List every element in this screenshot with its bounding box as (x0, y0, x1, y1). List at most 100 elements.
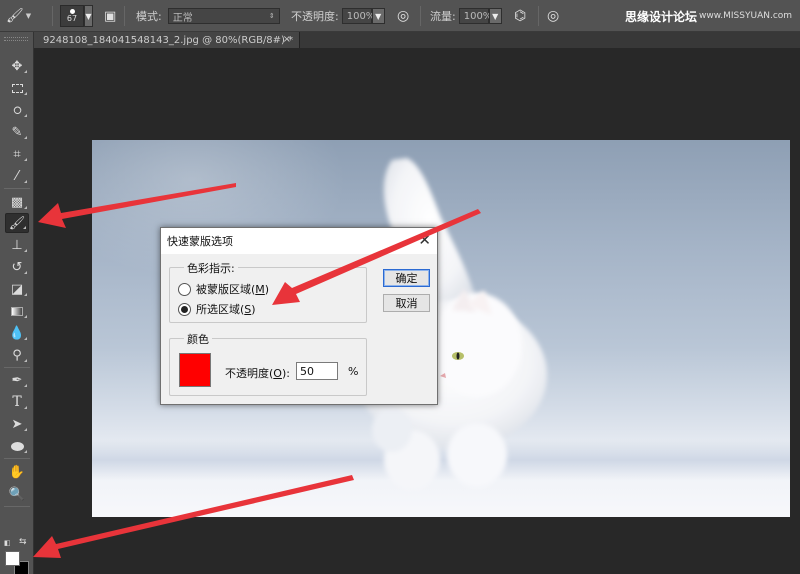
airbrush-toggle[interactable]: ⌬ (514, 0, 526, 32)
flow-label: 流量: (430, 10, 456, 23)
move-tool[interactable]: ✥ (5, 56, 29, 76)
color-indicates-label: 色彩指示: (184, 260, 238, 276)
pen-icon: ✒ (11, 372, 23, 388)
crop-tool[interactable]: ⌗ (5, 144, 29, 164)
document-tab-bar: 9248108_184041548143_2.jpg @ 80%(RGB/8#)… (34, 32, 800, 48)
dodge-icon: ⚲ (12, 347, 22, 363)
quick-selection-icon: ✎ (11, 124, 23, 140)
flow-dropdown-button[interactable]: ▼ (488, 8, 502, 24)
foreground-color-swatch[interactable] (5, 551, 20, 566)
brush-preview: 67 (60, 5, 84, 27)
flow-input[interactable]: 100% (458, 8, 492, 24)
ok-button[interactable]: 确定 (383, 269, 430, 287)
watermark: 思缘设计论坛 www.MISSYUAN.com (625, 0, 792, 32)
pen-tool[interactable]: ✒ (5, 370, 29, 390)
tool-preset-picker[interactable]: 🖌 ▼ (6, 0, 31, 32)
radio-masked-areas[interactable]: 被蒙版区域(M) (178, 281, 269, 297)
marquee-icon (11, 83, 23, 93)
crop-icon: ⌗ (13, 146, 21, 162)
pen-pressure-icon: ◎ (397, 8, 410, 24)
history-brush-tool[interactable]: ↺ (5, 257, 29, 277)
tools-panel: ✥ ഠ ✎ ⌗ ⁄ ▩ 🖌 ⊥ ↺ ◪ 💧 ⚲ ✒ T ➤ ✋ 🔍 ◧ ⇆ (0, 32, 34, 574)
quick-mask-options-dialog: 快速蒙版选项 ✕ 色彩指示: 被蒙版区域(M) 所选区域(S) 颜色 不透明度(… (160, 227, 438, 405)
ellipse-icon (10, 441, 24, 451)
hand-tool[interactable]: ✋ (5, 462, 29, 482)
radio-circle-selected[interactable] (178, 302, 191, 316)
hand-icon: ✋ (8, 464, 26, 480)
eyedropper-tool[interactable]: ⁄ (5, 166, 29, 186)
watermark-text: 思缘设计论坛 (625, 9, 698, 24)
mask-color-swatch[interactable] (179, 353, 211, 387)
brush-panel-toggle[interactable]: ▣ (104, 0, 116, 32)
gradient-tool[interactable] (5, 301, 29, 321)
swap-colors-icon[interactable]: ⇆ (19, 537, 27, 547)
path-selection-tool[interactable]: ➤ (5, 414, 29, 434)
opacity-label: 不透明度: (291, 10, 339, 23)
color-indicates-group: 色彩指示: 被蒙版区域(M) 所选区域(S) (169, 260, 367, 323)
shape-tool[interactable] (5, 436, 29, 456)
chevron-updown-icon: ⇕ (268, 12, 275, 20)
move-icon: ✥ (11, 58, 23, 74)
zoom-tool[interactable]: 🔍 (5, 484, 29, 504)
lasso-icon: ഠ (12, 102, 22, 118)
brush-panel-icon: ▣ (104, 8, 117, 24)
options-bar: 🖌 ▼ 67 ▼ ▣ 模式: 正常 ⇕ 不透明度: 100% ▼ ◎ 流量: 1… (0, 0, 800, 32)
marquee-tool[interactable] (5, 78, 29, 98)
history-brush-icon: ↺ (11, 259, 23, 275)
close-icon[interactable]: × (283, 34, 291, 45)
blur-tool[interactable]: 💧 (5, 323, 29, 343)
eraser-tool[interactable]: ◪ (5, 279, 29, 299)
flow-control: 流量: 100% ▼ (430, 0, 502, 32)
masked-areas-label: 被蒙版区域(M) (196, 283, 270, 296)
pressure-opacity-toggle[interactable]: ◎ (397, 0, 409, 32)
dialog-title: 快速蒙版选项 (167, 235, 233, 248)
opacity-dropdown-button[interactable]: ▼ (371, 8, 385, 24)
quick-selection-tool[interactable]: ✎ (5, 122, 29, 142)
droplet-icon: 💧 (8, 325, 26, 341)
color-group-label: 颜色 (184, 331, 212, 347)
pen-pressure-size-icon: ◎ (547, 8, 560, 24)
brush-preset-picker[interactable]: 67 ▼ (60, 0, 93, 32)
path-arrow-icon: ➤ (11, 416, 23, 432)
opacity-control: 不透明度: 100% ▼ (291, 0, 385, 32)
mask-opacity-input[interactable]: 50 (296, 362, 338, 380)
clone-stamp-tool[interactable]: ⊥ (5, 235, 29, 255)
pressure-size-toggle[interactable]: ◎ (547, 0, 559, 32)
photoshop-window: 🖌 ▼ 67 ▼ ▣ 模式: 正常 ⇕ 不透明度: 100% ▼ ◎ 流量: 1… (0, 0, 800, 574)
eyedropper-icon: ⁄ (15, 168, 19, 184)
radio-selected-areas[interactable]: 所选区域(S) (178, 301, 256, 317)
healing-brush-tool[interactable]: ▩ (5, 192, 29, 212)
mode-control: 模式: 正常 ⇕ (136, 0, 280, 32)
dodge-tool[interactable]: ⚲ (5, 345, 29, 365)
chevron-down-icon: ▼ (25, 12, 32, 20)
brush-size-value: 67 (66, 14, 78, 23)
zoom-icon: 🔍 (8, 486, 26, 502)
eraser-icon: ◪ (10, 281, 24, 297)
close-icon[interactable]: ✕ (418, 232, 431, 248)
chevron-down-icon: ▼ (84, 5, 93, 27)
bandage-icon: ▩ (10, 194, 24, 210)
selected-areas-label: 所选区域(S) (196, 303, 256, 316)
opacity-input[interactable]: 100% (341, 8, 375, 24)
radio-circle-masked[interactable] (178, 282, 191, 296)
panel-grip[interactable] (4, 37, 28, 41)
mode-label: 模式: (136, 10, 162, 23)
type-tool[interactable]: T (5, 392, 29, 412)
gradient-icon (11, 306, 23, 316)
brush-icon: 🖌 (6, 8, 24, 24)
mask-opacity-unit: % (348, 365, 359, 378)
mode-value: 正常 (172, 12, 193, 24)
brush-icon: 🖌 (8, 215, 26, 231)
brush-tool[interactable]: 🖌 (5, 213, 29, 233)
document-tab[interactable]: 9248108_184041548143_2.jpg @ 80%(RGB/8#)… (34, 32, 300, 48)
lasso-tool[interactable]: ഠ (5, 100, 29, 120)
mask-opacity-label: 不透明度(O): (225, 367, 290, 380)
cancel-button[interactable]: 取消 (383, 294, 430, 312)
mode-select[interactable]: 正常 ⇕ (167, 8, 280, 24)
default-colors-icon[interactable]: ◧ (4, 539, 13, 548)
airbrush-icon: ⌬ (514, 8, 527, 24)
watermark-url: www.MISSYUAN.com (699, 11, 793, 21)
dialog-title-bar: 快速蒙版选项 ✕ (161, 228, 437, 254)
document-tab-title: 9248108_184041548143_2.jpg @ 80%(RGB/8#)… (43, 34, 294, 46)
stamp-icon: ⊥ (11, 237, 23, 253)
